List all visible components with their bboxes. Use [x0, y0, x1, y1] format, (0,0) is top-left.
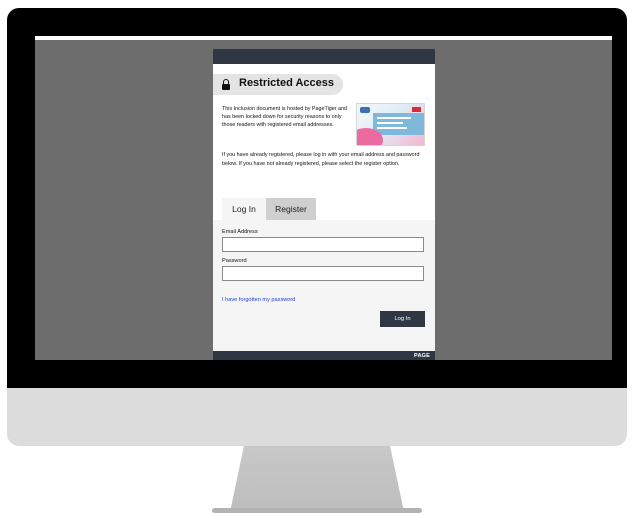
login-instructions: If you have already registered, please l… [222, 152, 420, 167]
intro-text: This Inclusion document is hosted by Pag… [222, 106, 348, 128]
monitor-screen: Restricted Access This Inclusion documen… [35, 36, 612, 360]
dialog-title: Restricted Access [239, 77, 334, 89]
tab-login[interactable]: Log In [222, 198, 266, 220]
dialog-title-pill: Restricted Access [213, 74, 343, 95]
lock-icon [222, 79, 230, 90]
dialog-header-bar [213, 49, 435, 64]
monitor-stand-base [212, 508, 422, 513]
password-label: Password [222, 258, 247, 264]
restricted-access-dialog: Restricted Access This Inclusion documen… [213, 49, 435, 360]
password-field[interactable] [222, 266, 424, 281]
monitor-stand [230, 446, 404, 512]
email-field[interactable] [222, 237, 424, 252]
forgot-password-link[interactable]: I have forgotten my password [222, 297, 295, 303]
email-label: Email Address [222, 229, 258, 235]
document-cover-thumbnail [356, 103, 425, 146]
screen-top-line [35, 36, 612, 40]
login-button[interactable]: Log In [380, 311, 425, 327]
footer-brand: PAGE [414, 353, 430, 359]
tab-register[interactable]: Register [266, 198, 316, 220]
monitor-chin [7, 388, 627, 446]
dialog-footer-bar: PAGE [213, 351, 435, 360]
